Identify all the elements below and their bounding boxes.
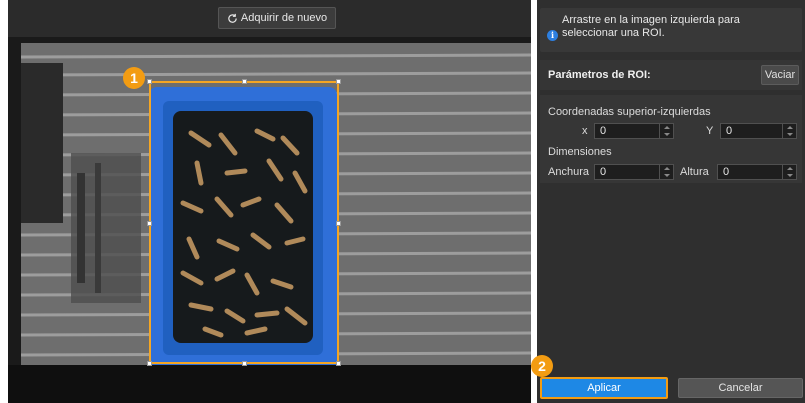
roi-handle[interactable] (336, 221, 341, 226)
roi-settings-panel: i Arrastre en la imagen izquierda para s… (531, 0, 805, 403)
image-bottom-margin (8, 365, 531, 403)
apply-button[interactable]: Aplicar (540, 377, 668, 399)
x-label: x (582, 125, 588, 137)
width-spinbox[interactable]: 0 (594, 164, 674, 180)
roi-selection-box[interactable] (147, 79, 341, 366)
spin-arrows-icon[interactable] (782, 124, 796, 138)
roi-params-form: Coordenadas superior-izquierdas x 0 Y 0 … (540, 95, 802, 183)
height-spinbox[interactable]: 0 (717, 164, 797, 180)
spin-arrows-icon[interactable] (659, 165, 673, 179)
height-value: 0 (723, 166, 730, 178)
roi-params-title: Parámetros de ROI: (548, 69, 651, 81)
roi-handle[interactable] (147, 221, 152, 226)
roi-handle[interactable] (147, 361, 152, 366)
callout-badge-2: 2 (531, 355, 553, 377)
width-value: 0 (600, 166, 607, 178)
refresh-icon (228, 13, 237, 23)
roi-handle[interactable] (242, 361, 247, 366)
info-icon: i (547, 30, 558, 41)
cancel-button[interactable]: Cancelar (678, 378, 803, 398)
roi-handle[interactable] (242, 79, 247, 84)
roi-handle[interactable] (336, 361, 341, 366)
info-message: i Arrastre en la imagen izquierda para s… (540, 8, 802, 52)
y-label: Y (706, 125, 714, 137)
height-label: Altura (680, 166, 709, 178)
reacquire-button[interactable]: Adquirir de nuevo (218, 7, 336, 29)
dimensions-label: Dimensiones (548, 146, 612, 158)
spin-arrows-icon[interactable] (659, 124, 673, 138)
image-canvas[interactable]: 1 (8, 37, 531, 403)
clear-button[interactable]: Vaciar (761, 65, 799, 85)
x-spinbox[interactable]: 0 (594, 123, 674, 139)
roi-handle[interactable] (336, 79, 341, 84)
top-left-coords-label: Coordenadas superior-izquierdas (548, 106, 711, 118)
reacquire-label: Adquirir de nuevo (240, 12, 328, 24)
y-spinbox[interactable]: 0 (720, 123, 797, 139)
x-value: 0 (600, 125, 607, 137)
spin-arrows-icon[interactable] (782, 165, 796, 179)
callout-badge-1: 1 (123, 67, 145, 89)
width-label: Anchura (548, 166, 589, 178)
image-viewer-pane: Adquirir de nuevo 1 (8, 0, 531, 403)
y-value: 0 (726, 125, 733, 137)
roi-handle[interactable] (147, 79, 152, 84)
info-text: Arrastre en la imagen izquierda para sel… (562, 14, 740, 39)
roi-params-header: Parámetros de ROI: Vaciar (540, 60, 802, 90)
